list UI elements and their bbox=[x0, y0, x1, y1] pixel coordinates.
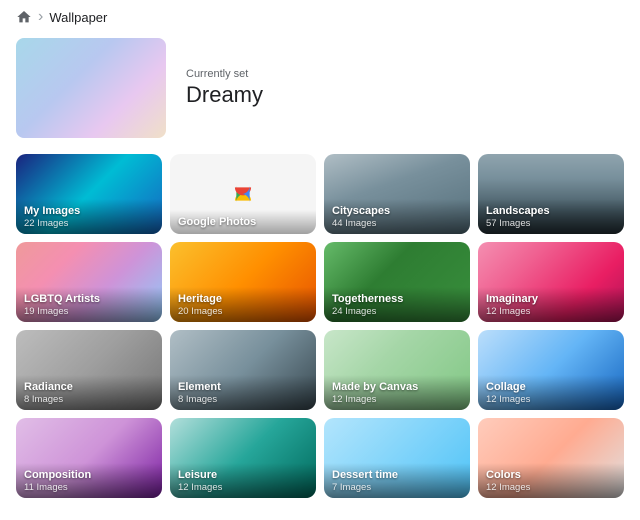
breadcrumb-separator: › bbox=[38, 8, 43, 26]
grid-item-count-colors: 12 Images bbox=[486, 482, 616, 493]
grid-item-title-radiance: Radiance bbox=[24, 381, 154, 394]
grid-item-count-radiance: 8 Images bbox=[24, 394, 154, 405]
grid-item-togetherness[interactable]: Togetherness 24 Images bbox=[324, 242, 470, 322]
home-icon[interactable] bbox=[16, 9, 32, 25]
grid-item-title-dessert-time: Dessert time bbox=[332, 469, 462, 482]
grid-item-title-made-by-canvas: Made by Canvas bbox=[332, 381, 462, 394]
grid-item-imaginary[interactable]: Imaginary 12 Images bbox=[478, 242, 624, 322]
grid-item-count-lgbtq-artists: 19 Images bbox=[24, 306, 154, 317]
hero-label: Currently set bbox=[186, 68, 263, 80]
grid-item-title-heritage: Heritage bbox=[178, 293, 308, 306]
grid-item-google-photos[interactable]: Google Photos bbox=[170, 154, 316, 234]
grid-item-count-composition: 11 Images bbox=[24, 482, 154, 493]
grid-item-lgbtq-artists[interactable]: LGBTQ Artists 19 Images bbox=[16, 242, 162, 322]
grid-item-title-cityscapes: Cityscapes bbox=[332, 205, 462, 218]
hero-thumbnail bbox=[16, 38, 166, 138]
grid-item-dessert-time[interactable]: Dessert time 7 Images bbox=[324, 418, 470, 498]
grid-item-my-images[interactable]: My Images 22 Images bbox=[16, 154, 162, 234]
grid-item-made-by-canvas[interactable]: Made by Canvas 12 Images bbox=[324, 330, 470, 410]
grid-item-radiance[interactable]: Radiance 8 Images bbox=[16, 330, 162, 410]
grid-item-title-composition: Composition bbox=[24, 469, 154, 482]
grid-item-title-colors: Colors bbox=[486, 469, 616, 482]
grid-item-count-imaginary: 12 Images bbox=[486, 306, 616, 317]
grid-item-title-google-photos: Google Photos bbox=[178, 216, 308, 229]
grid-item-count-landscapes: 57 Images bbox=[486, 218, 616, 229]
grid-item-count-collage: 12 Images bbox=[486, 394, 616, 405]
grid-item-count-made-by-canvas: 12 Images bbox=[332, 394, 462, 405]
grid-item-title-element: Element bbox=[178, 381, 308, 394]
grid-item-title-collage: Collage bbox=[486, 381, 616, 394]
grid-item-count-heritage: 20 Images bbox=[178, 306, 308, 317]
wallpaper-grid-container: My Images 22 Images Google Photos Citysc… bbox=[0, 150, 640, 520]
grid-item-landscapes[interactable]: Landscapes 57 Images bbox=[478, 154, 624, 234]
grid-item-collage[interactable]: Collage 12 Images bbox=[478, 330, 624, 410]
grid-item-count-element: 8 Images bbox=[178, 394, 308, 405]
grid-item-title-togetherness: Togetherness bbox=[332, 293, 462, 306]
grid-item-count-leisure: 12 Images bbox=[178, 482, 308, 493]
grid-item-title-imaginary: Imaginary bbox=[486, 293, 616, 306]
grid-item-count-togetherness: 24 Images bbox=[332, 306, 462, 317]
grid-item-colors[interactable]: Colors 12 Images bbox=[478, 418, 624, 498]
wallpaper-grid: My Images 22 Images Google Photos Citysc… bbox=[16, 154, 624, 498]
hero-section: Currently set Dreamy bbox=[0, 34, 640, 150]
grid-item-composition[interactable]: Composition 11 Images bbox=[16, 418, 162, 498]
breadcrumb-page-title: Wallpaper bbox=[49, 10, 107, 25]
grid-item-leisure[interactable]: Leisure 12 Images bbox=[170, 418, 316, 498]
grid-item-cityscapes[interactable]: Cityscapes 44 Images bbox=[324, 154, 470, 234]
grid-item-element[interactable]: Element 8 Images bbox=[170, 330, 316, 410]
grid-item-title-my-images: My Images bbox=[24, 205, 154, 218]
grid-item-title-lgbtq-artists: LGBTQ Artists bbox=[24, 293, 154, 306]
grid-item-count-cityscapes: 44 Images bbox=[332, 218, 462, 229]
grid-item-title-leisure: Leisure bbox=[178, 469, 308, 482]
grid-item-count-dessert-time: 7 Images bbox=[332, 482, 462, 493]
grid-item-title-landscapes: Landscapes bbox=[486, 205, 616, 218]
grid-item-count-my-images: 22 Images bbox=[24, 218, 154, 229]
grid-item-heritage[interactable]: Heritage 20 Images bbox=[170, 242, 316, 322]
breadcrumb: › Wallpaper bbox=[0, 0, 640, 34]
hero-title: Dreamy bbox=[186, 82, 263, 108]
hero-info: Currently set Dreamy bbox=[186, 68, 263, 108]
